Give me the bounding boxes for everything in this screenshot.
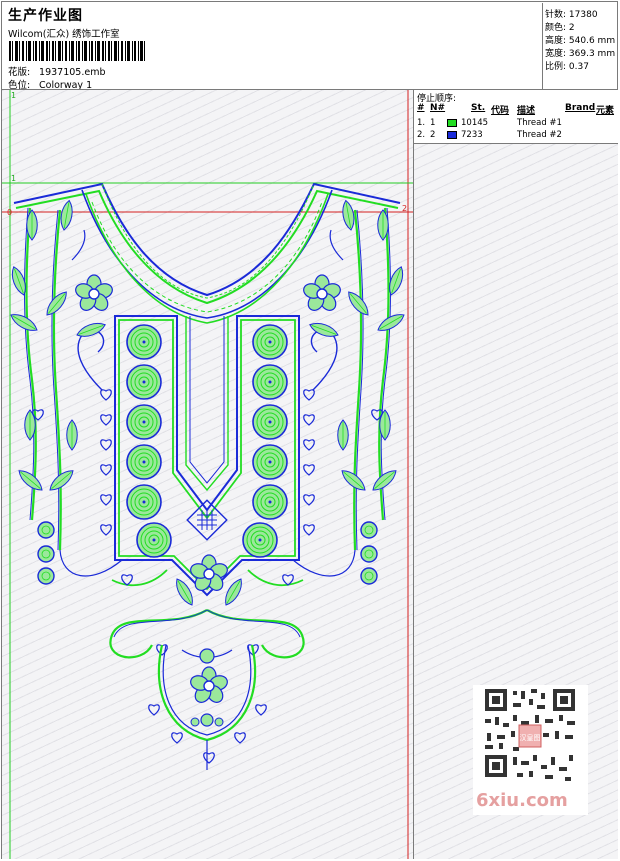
col-needle: N# [430, 103, 446, 113]
neckline-band [13, 182, 401, 324]
col-st: St. [471, 103, 486, 113]
col-code: 代码 [491, 106, 510, 116]
watermark-text: 6xiu.com [476, 790, 568, 811]
qr-code-icon: 汉皇图 [485, 689, 575, 781]
design-canvas[interactable]: 1 1 0 2 [2, 90, 413, 859]
marker-h1: 0 [7, 208, 12, 217]
stop-order-table: 停止顺序: # N# St. 代码 描述 Brand 元素 1. 1 10145… [414, 90, 618, 144]
flower-upper-right [301, 274, 343, 315]
col-num: # [417, 103, 425, 113]
thread-swatch-2 [447, 131, 457, 139]
stat-scale: 比例: 0.37 [545, 62, 589, 72]
marker-left: 1 [11, 174, 16, 183]
stat-width: 宽度: 369.3 mm [545, 49, 616, 59]
page-title: 生产作业图 [8, 8, 83, 24]
flower-lower-medallion [188, 666, 230, 707]
stat-colors: 颜色: 2 [545, 23, 575, 33]
embroidery-design: 1 1 0 2 [2, 90, 413, 859]
barcode [9, 41, 145, 61]
stats-box: 针数: 17380 颜色: 2 高度: 540.6 mm 宽度: 369.3 m… [542, 3, 619, 89]
seal-stamp-text: 汉皇图 [520, 733, 541, 742]
production-worksheet: 生产作业图 Wilcom(汇众) 绣饰工作室 花版: 1937105.emb 色… [1, 1, 618, 859]
leaves [7, 199, 408, 609]
table-row[interactable]: 2. 2 7233 Thread #2 [414, 130, 618, 142]
design-file-label: 花版: [8, 67, 31, 78]
marker-h2: 2 [402, 204, 407, 213]
thread-swatch-1 [447, 119, 457, 127]
col-desc: 描述 [517, 106, 536, 116]
company-name: Wilcom(汇众) 绣饰工作室 [8, 29, 120, 40]
marker-top: 1 [11, 91, 16, 100]
col-brand: Brand [565, 103, 596, 113]
col-elem: 元素 [596, 106, 615, 116]
spiral-column-left [126, 324, 172, 558]
stat-height: 高度: 540.6 mm [545, 36, 616, 46]
spiral-column-right [242, 324, 288, 558]
table-row[interactable]: 1. 1 10145 Thread #1 [414, 118, 618, 130]
design-file-line: 花版: 1937105.emb [8, 64, 106, 78]
flower-upper-left [73, 274, 115, 315]
header-info: 生产作业图 Wilcom(汇众) 绣饰工作室 花版: 1937105.emb 色… [6, 4, 540, 91]
stat-stitches: 针数: 17380 [545, 10, 598, 20]
